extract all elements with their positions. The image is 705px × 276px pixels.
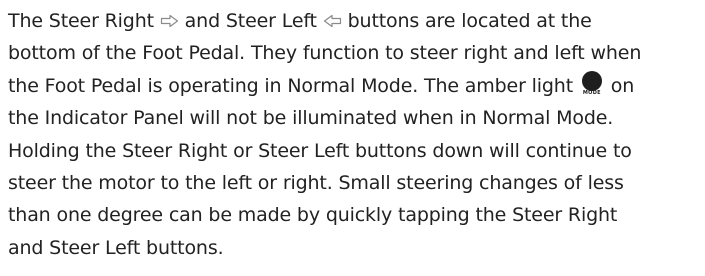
text-line-3: the Foot Pedal is operating in Normal Mo… bbox=[8, 70, 698, 102]
text-segment: on bbox=[604, 74, 635, 97]
text-line-8: and Steer Left buttons. bbox=[8, 236, 224, 259]
mode-light-dot bbox=[581, 71, 602, 92]
text-segment: The Steer Right bbox=[8, 10, 160, 32]
body-paragraph: The Steer Right and Steer Left buttons a… bbox=[8, 5, 698, 264]
mode-indicator-light-icon: MODE bbox=[580, 71, 604, 97]
text-line-4: the Indicator Panel will not be illumina… bbox=[8, 107, 614, 130]
text-segment: and Steer Left bbox=[178, 10, 323, 32]
text-segment: the Foot Pedal is operating in Normal Mo… bbox=[8, 74, 579, 97]
steer-right-arrow-icon bbox=[160, 14, 179, 28]
text-line-5: Holding the Steer Right or Steer Left bu… bbox=[8, 139, 632, 162]
text-line-2: bottom of the Foot Pedal. They function … bbox=[8, 42, 642, 65]
steer-left-arrow-icon bbox=[323, 14, 342, 28]
text-line-7: than one degree can be made by quickly t… bbox=[8, 204, 618, 227]
text-line-1: The Steer Right and Steer Left buttons a… bbox=[8, 5, 698, 37]
text-line-6: steer the motor to the left or right. Sm… bbox=[8, 172, 624, 195]
text-segment: buttons are located at the bbox=[341, 10, 592, 32]
mode-light-label: MODE bbox=[582, 90, 601, 97]
